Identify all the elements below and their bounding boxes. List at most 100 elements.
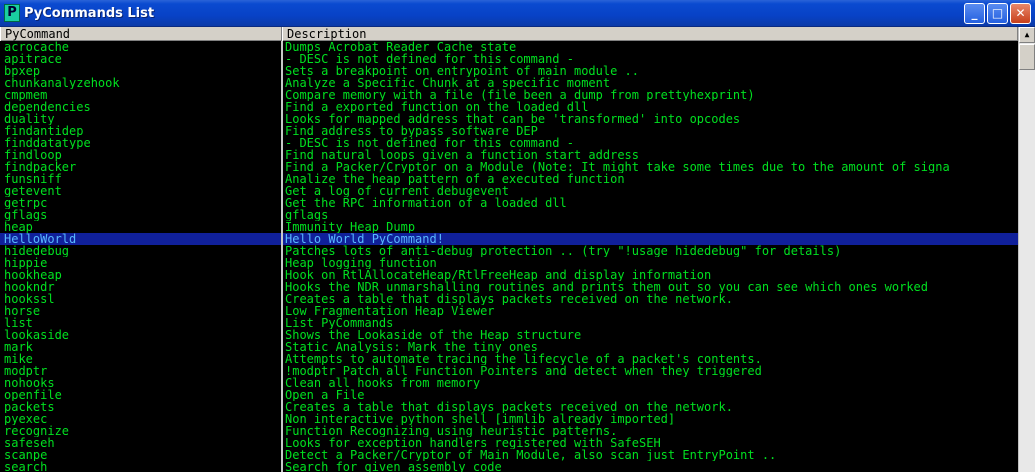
command-name: getevent bbox=[4, 185, 62, 197]
command-description: Search for given assembly code bbox=[285, 461, 502, 472]
title-bar[interactable]: P PyCommands List _ □ ✕ bbox=[0, 0, 1035, 27]
command-description: - DESC is not defined for this command - bbox=[285, 137, 574, 149]
list-item[interactable]: findloop Find natural loops given a func… bbox=[0, 149, 1018, 161]
vertical-scrollbar[interactable]: ▲ bbox=[1018, 27, 1035, 472]
list-item[interactable]: getevent Get a log of current debugevent bbox=[0, 185, 1018, 197]
scroll-thumb[interactable] bbox=[1019, 44, 1035, 70]
command-description: Immunity Heap Dump bbox=[285, 221, 416, 233]
command-name: finddatatype bbox=[4, 137, 91, 149]
list-item[interactable]: hippie Heap logging function bbox=[0, 257, 1018, 269]
command-name: list bbox=[4, 317, 33, 329]
list-item[interactable]: lookaside Shows the Lookaside of the Heap… bbox=[0, 329, 1018, 341]
command-description: Attempts to automate tracing the lifecyc… bbox=[285, 353, 762, 365]
pycommands-window: P PyCommands List _ □ ✕ PyCommand Descri… bbox=[0, 0, 1035, 472]
list-item[interactable]: packets Creates a table that displays pac… bbox=[0, 401, 1018, 413]
list-item[interactable]: getrpc Get the RPC information of a loade… bbox=[0, 197, 1018, 209]
command-description: Analize the heap pattern of a executed f… bbox=[285, 173, 625, 185]
list-item[interactable]: funsniff Analize the heap pattern of a ex… bbox=[0, 173, 1018, 185]
command-description: Non interactive python shell [immlib alr… bbox=[285, 413, 676, 425]
command-name: findloop bbox=[4, 149, 62, 161]
command-name: hookheap bbox=[4, 269, 62, 281]
command-description: Dumps Acrobat Reader Cache state bbox=[285, 41, 517, 53]
list-item[interactable]: dependencies Find a exported function on … bbox=[0, 101, 1018, 113]
list-item[interactable]: modptr !modptr Patch all Function Pointer… bbox=[0, 365, 1018, 377]
command-name: hookndr bbox=[4, 281, 55, 293]
command-description: Find address to bypass software DEP bbox=[285, 125, 538, 137]
list-item[interactable]: bpxep Sets a breakpoint on entrypoint of … bbox=[0, 65, 1018, 77]
list-item[interactable]: hidedebug Patches lots of anti-debug prot… bbox=[0, 245, 1018, 257]
command-description: List PyCommands bbox=[285, 317, 394, 329]
command-description: Low Fragmentation Heap Viewer bbox=[285, 305, 495, 317]
scroll-up-icon[interactable]: ▲ bbox=[1019, 27, 1035, 43]
command-name: dependencies bbox=[4, 101, 91, 113]
command-name: mike bbox=[4, 353, 33, 365]
command-description: Find natural loops given a function star… bbox=[285, 149, 640, 161]
list-item[interactable]: heap Immunity Heap Dump bbox=[0, 221, 1018, 233]
close-button[interactable]: ✕ bbox=[1010, 3, 1031, 24]
list-item[interactable]: recognize Function Recognizing using heur… bbox=[0, 425, 1018, 437]
list-item[interactable]: finddatatype - DESC is not defined for th… bbox=[0, 137, 1018, 149]
list-item[interactable]: chunkanalyzehook Analyze a Specific Chunk… bbox=[0, 77, 1018, 89]
command-name: cmpmem bbox=[4, 89, 48, 101]
window-title: PyCommands List bbox=[24, 6, 155, 21]
column-header-pycommand[interactable]: PyCommand bbox=[0, 27, 282, 41]
command-name: bpxep bbox=[4, 65, 41, 77]
list-item[interactable]: safeseh Looks for exception handlers regi… bbox=[0, 437, 1018, 449]
command-name: pyexec bbox=[4, 413, 48, 425]
command-name: gflags bbox=[4, 209, 48, 221]
command-description: Looks for exception handlers registered … bbox=[285, 437, 661, 449]
pycommand-list[interactable]: acrocache Dumps Acrobat Reader Cache stat… bbox=[0, 41, 1018, 472]
command-description: Clean all hooks from memory bbox=[285, 377, 481, 389]
command-description: Creates a table that displays packets re… bbox=[285, 401, 733, 413]
command-description: Hello World PyCommand! bbox=[285, 233, 444, 245]
list-item[interactable]: cmpmem Compare memory with a file (file b… bbox=[0, 89, 1018, 101]
command-description: Patches lots of anti-debug protection ..… bbox=[285, 245, 842, 257]
command-description: Shows the Lookaside of the Heap structur… bbox=[285, 329, 582, 341]
command-name: hookssl bbox=[4, 293, 55, 305]
list-item[interactable]: findantidep Find address to bypass softwa… bbox=[0, 125, 1018, 137]
list-item[interactable]: pyexec Non interactive python shell [imml… bbox=[0, 413, 1018, 425]
command-name: heap bbox=[4, 221, 33, 233]
command-name: chunkanalyzehook bbox=[4, 77, 120, 89]
list-item[interactable]: HelloWorld Hello World PyCommand! bbox=[0, 233, 1018, 245]
list-item[interactable]: hookssl Creates a table that displays pac… bbox=[0, 293, 1018, 305]
maximize-button[interactable]: □ bbox=[987, 3, 1008, 24]
list-item[interactable]: search Search for given assembly code bbox=[0, 461, 1018, 472]
list-item[interactable]: openfile Open a File bbox=[0, 389, 1018, 401]
command-name: horse bbox=[4, 305, 41, 317]
command-name: findpacker bbox=[4, 161, 77, 173]
list-item[interactable]: scanpe Detect a Packer/Cryptor of Main Mo… bbox=[0, 449, 1018, 461]
command-name: lookaside bbox=[4, 329, 70, 341]
command-description: Get a log of current debugevent bbox=[285, 185, 509, 197]
command-description: Static Analysis: Mark the tiny ones bbox=[285, 341, 538, 353]
list-item[interactable]: duality Looks for mapped address that can… bbox=[0, 113, 1018, 125]
list-item[interactable]: hookheap Hook on RtlAllocateHeap/RtlFreeH… bbox=[0, 269, 1018, 281]
command-description: Detect a Packer/Cryptor of Main Module, … bbox=[285, 449, 777, 461]
command-name: packets bbox=[4, 401, 55, 413]
list-item[interactable]: mike Attempts to automate tracing the lif… bbox=[0, 353, 1018, 365]
command-name: recognize bbox=[4, 425, 70, 437]
list-item[interactable]: nohooks Clean all hooks from memory bbox=[0, 377, 1018, 389]
list-item[interactable]: hookndr Hooks the NDR unmarshalling routi… bbox=[0, 281, 1018, 293]
list-item[interactable]: gflags gflags bbox=[0, 209, 1018, 221]
list-item[interactable]: apitrace - DESC is not defined for this c… bbox=[0, 53, 1018, 65]
command-name: hidedebug bbox=[4, 245, 70, 257]
command-name: scanpe bbox=[4, 449, 48, 461]
command-name: safeseh bbox=[4, 437, 55, 449]
command-name: duality bbox=[4, 113, 55, 125]
command-name: apitrace bbox=[4, 53, 62, 65]
command-name: modptr bbox=[4, 365, 48, 377]
list-item[interactable]: horse Low Fragmentation Heap Viewer bbox=[0, 305, 1018, 317]
command-description: Function Recognizing using heuristic pat… bbox=[285, 425, 618, 437]
column-header-description[interactable]: Description bbox=[282, 27, 1018, 41]
app-icon[interactable]: P bbox=[4, 4, 20, 22]
command-name: HelloWorld bbox=[4, 233, 77, 245]
command-description: Find a exported function on the loaded d… bbox=[285, 101, 589, 113]
list-item[interactable]: findpacker Find a Packer/Cryptor on a Mod… bbox=[0, 161, 1018, 173]
list-item[interactable]: acrocache Dumps Acrobat Reader Cache stat… bbox=[0, 41, 1018, 53]
list-item[interactable]: list List PyCommands bbox=[0, 317, 1018, 329]
command-name: findantidep bbox=[4, 125, 84, 137]
column-separator bbox=[281, 41, 283, 472]
minimize-button[interactable]: _ bbox=[964, 3, 985, 24]
list-item[interactable]: mark Static Analysis: Mark the tiny ones bbox=[0, 341, 1018, 353]
